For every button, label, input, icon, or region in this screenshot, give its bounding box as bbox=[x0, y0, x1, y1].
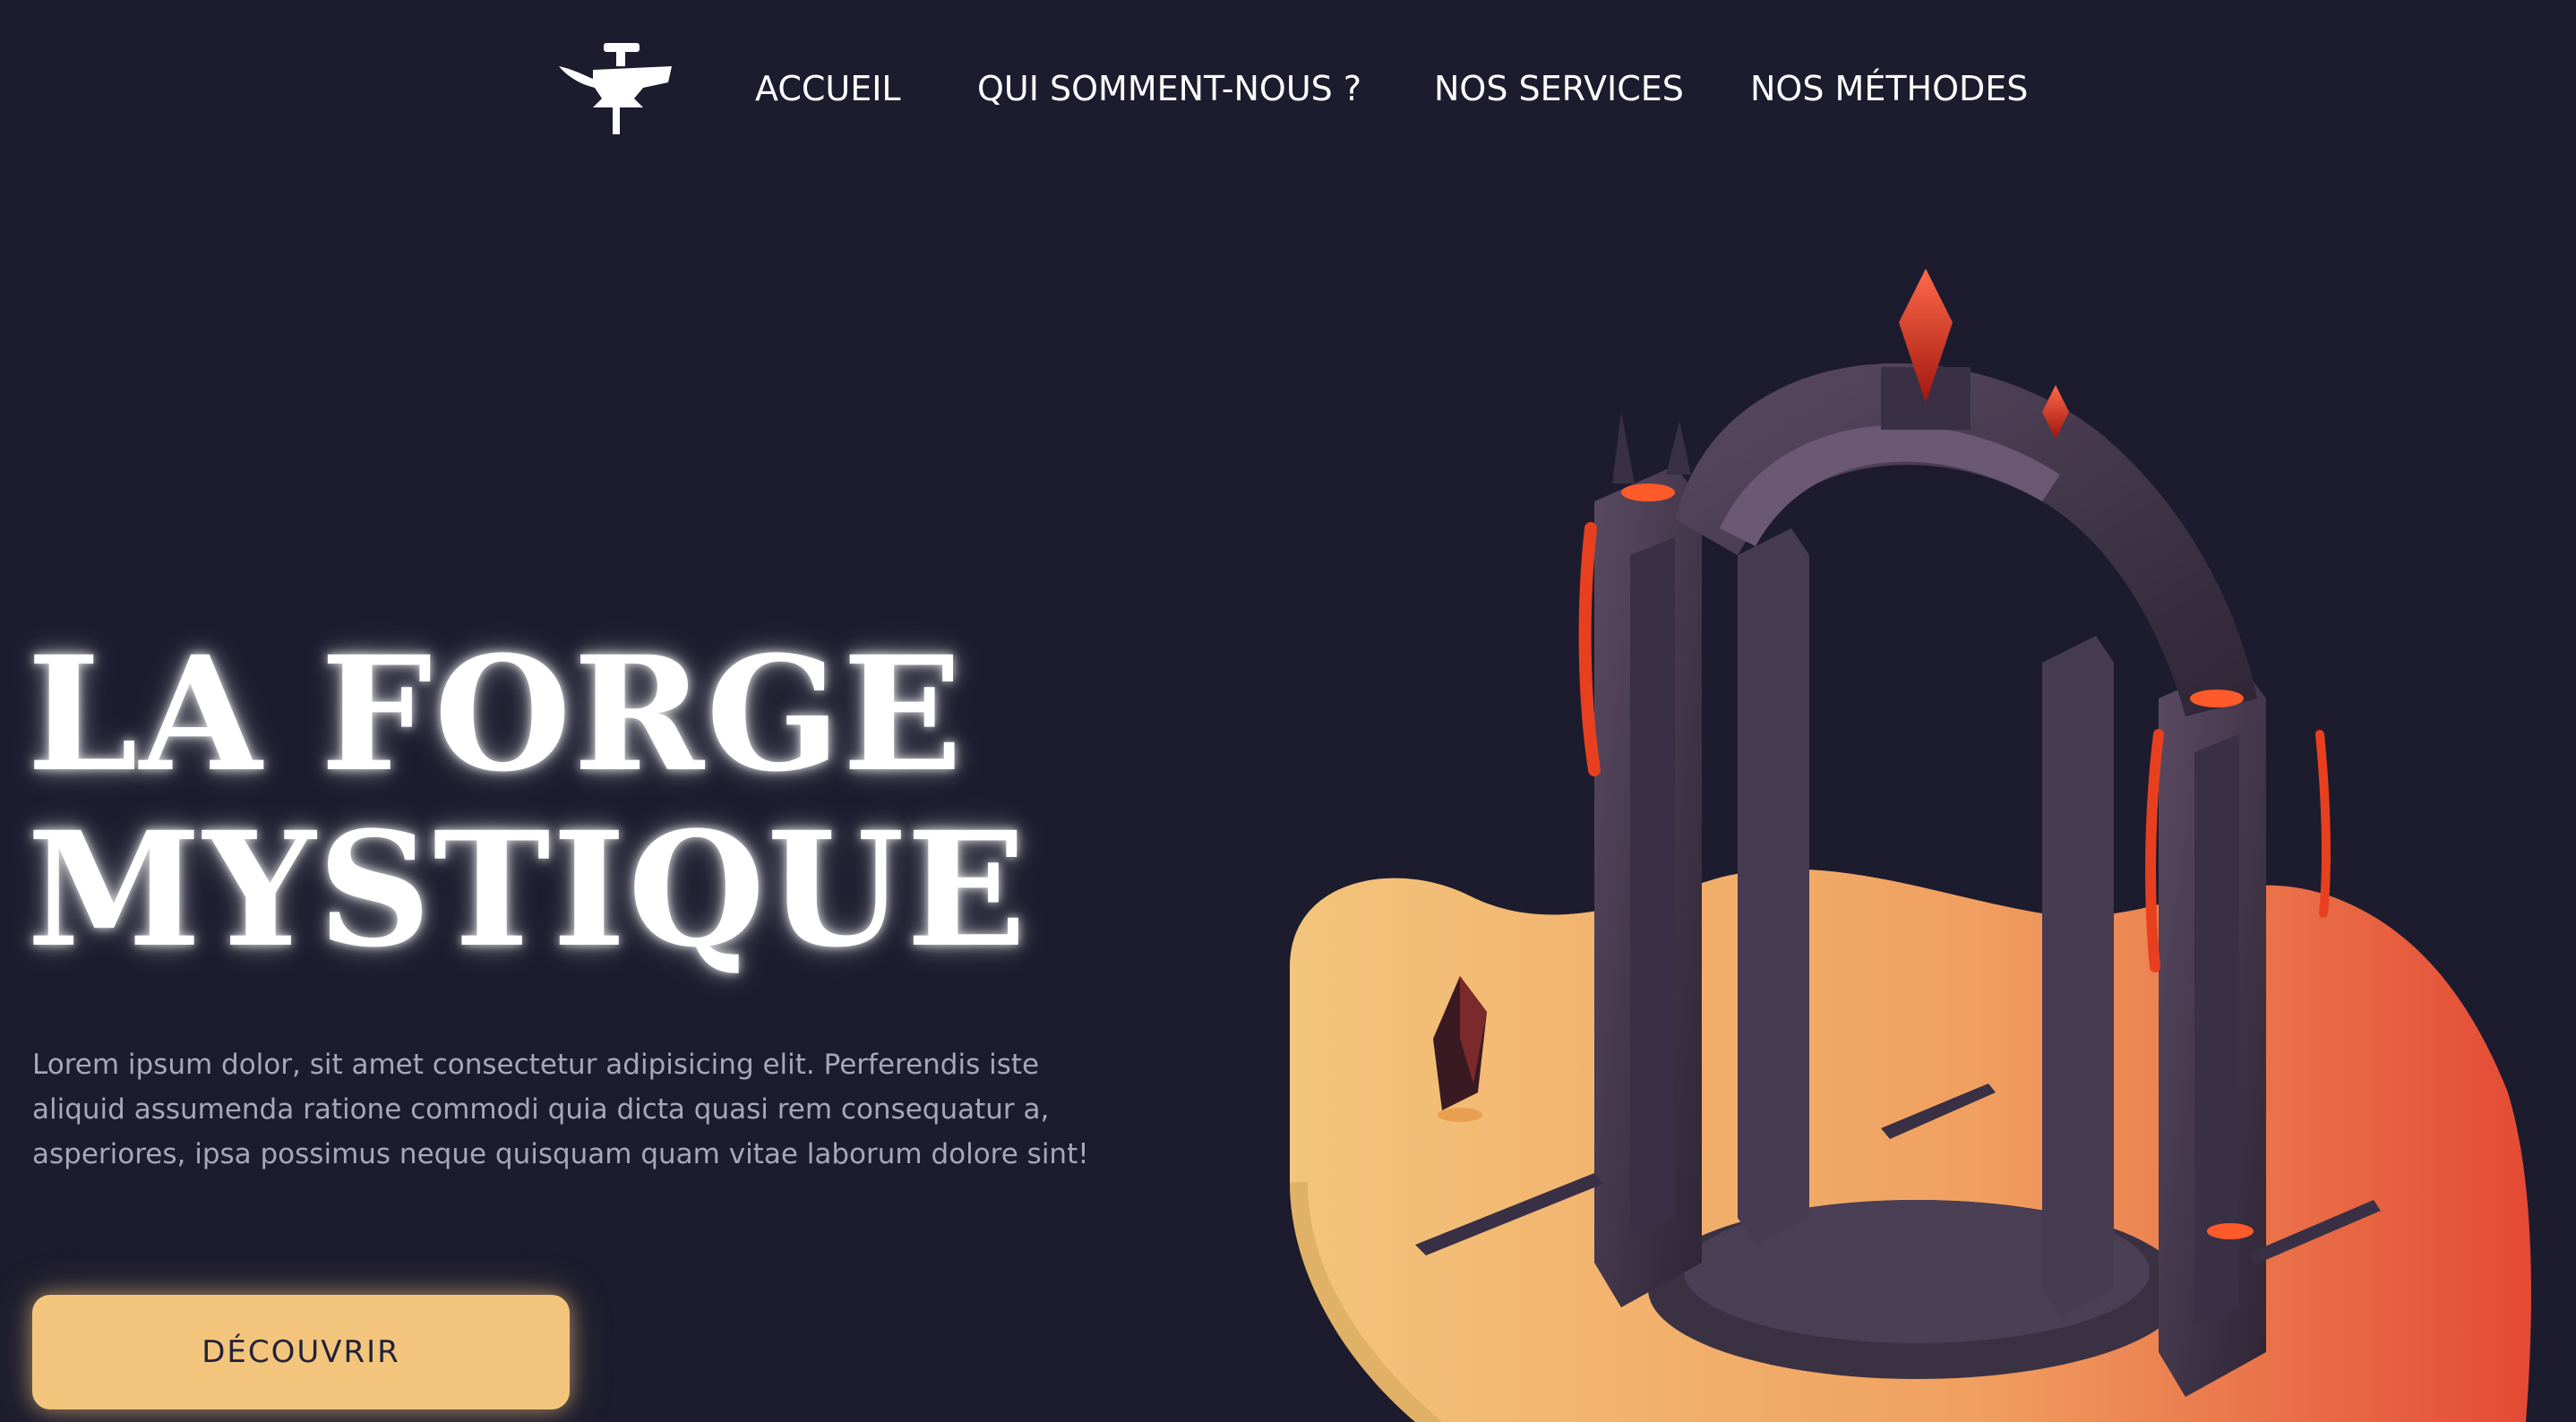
discover-button[interactable]: DÉCOUVRIR bbox=[32, 1295, 570, 1409]
hero-title: LA FORGE MYSTIQUE bbox=[27, 627, 1191, 978]
anvil-icon bbox=[559, 43, 672, 134]
hero-description: Lorem ipsum dolor, sit amet consectetur … bbox=[32, 1049, 1089, 1170]
hero-title-line-1: LA FORGE bbox=[27, 621, 965, 807]
portal-illustration bbox=[1254, 233, 2576, 1422]
nav-link-nos-methodes[interactable]: NOS MÉTHODES bbox=[1750, 66, 2028, 111]
nav-link-nos-services[interactable]: NOS SERVICES bbox=[1434, 66, 1684, 111]
portal-image bbox=[1290, 269, 2531, 1422]
hero-title-line-2: MYSTIQUE bbox=[27, 797, 1028, 982]
anvil-logo-icon[interactable] bbox=[557, 39, 675, 136]
nav-link-qui-sommes-nous[interactable]: QUI SOMMENT-NOUS ? bbox=[977, 66, 1361, 111]
nav-link-accueil[interactable]: ACCUEIL bbox=[755, 66, 901, 111]
navbar: ACCUEIL QUI SOMMENT-NOUS ? NOS SERVICES … bbox=[0, 0, 2576, 179]
